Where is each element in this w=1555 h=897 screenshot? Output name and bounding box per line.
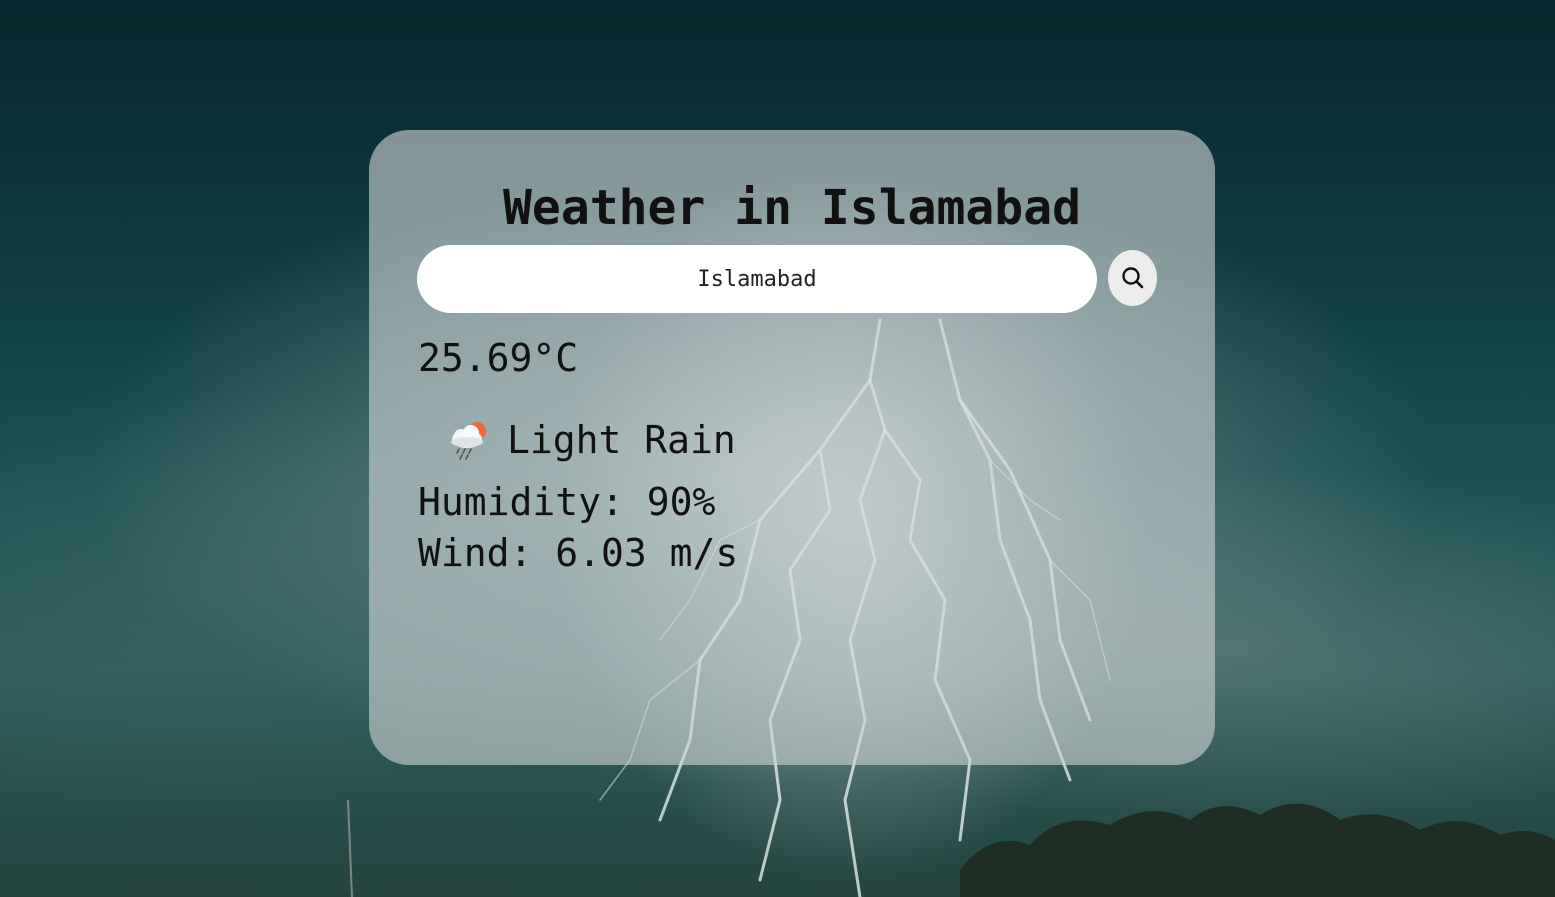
weather-card: Weather in Islamabad 25.69°C Li [369, 130, 1215, 765]
tree-silhouette [960, 803, 1555, 897]
humidity-value: Humidity: 90% [418, 480, 716, 524]
search-bar [417, 245, 1159, 313]
temperature-value: 25.69°C [418, 336, 579, 380]
search-button[interactable] [1108, 250, 1157, 306]
page-title: Weather in Islamabad [503, 180, 1081, 236]
condition-text: Light Rain [507, 418, 736, 462]
search-input[interactable] [417, 245, 1097, 313]
wind-value: Wind: 6.03 m/s [418, 531, 739, 575]
cloud-rain-sun-icon [451, 422, 486, 460]
search-icon [1121, 267, 1143, 289]
weather-condition: Light Rain [447, 415, 736, 465]
